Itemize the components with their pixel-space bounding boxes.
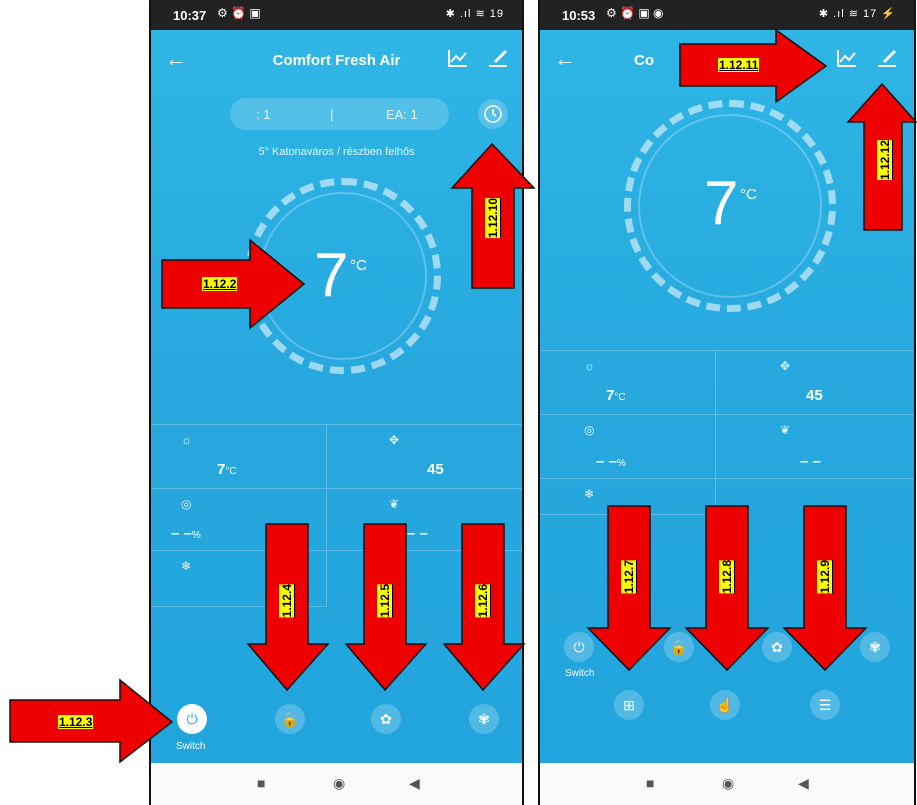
fan-settings-icon: ✾ — [869, 639, 881, 655]
annotation-label: 1.12.12 — [877, 140, 893, 181]
device-counter-pill: : 1 | EA: 1 — [230, 98, 449, 130]
home-icon[interactable]: ◉ — [333, 775, 345, 792]
sensor-cell-air-quality: ❦ – – — [716, 415, 914, 479]
temperature-unit: °C — [350, 257, 367, 274]
annotation-label: 1.12.3 — [58, 715, 94, 729]
status-notification-icons: ⚙ ⏰ ▣ ◉ — [606, 6, 664, 20]
current-temperature: 7 — [314, 241, 349, 310]
switch-label: Switch — [176, 741, 206, 752]
leaf-icon: ❦ — [780, 423, 791, 437]
temperature-unit: °C — [740, 186, 757, 203]
sensor-cell-temperature: ☼ 7°C — [540, 351, 716, 415]
snowflake-icon: ❄ — [584, 487, 595, 501]
annotation-label: 1.12.5 — [377, 584, 393, 618]
status-system-icons: ✱ .ıl ≋ 17 ⚡ — [818, 8, 896, 20]
lock-icon: 🔒 — [281, 711, 299, 727]
android-nav-bar: ■ ◉ ◀ — [540, 763, 914, 805]
sensor-temp-unit: °C — [614, 392, 626, 403]
fan-speed-button[interactable]: ✿ — [371, 704, 401, 734]
recents-icon[interactable]: ■ — [257, 775, 265, 791]
android-nav-bar: ■ ◉ ◀ — [151, 763, 522, 805]
co2-icon: ✥ — [780, 359, 791, 373]
co2-icon: ✥ — [389, 433, 400, 447]
chart-icon[interactable] — [836, 48, 858, 68]
sensor-grid: ☼ 7°C ✥ 45 ◎ – –% ❦ – – ❄ — [540, 350, 914, 515]
sensor-co2-value: 45 — [806, 387, 823, 404]
annotation-label: 1.12.9 — [817, 560, 833, 594]
annotation-label: 1.12.2 — [202, 277, 238, 291]
manual-mode-button[interactable]: ☝ — [710, 690, 740, 720]
leaf-icon: ❦ — [389, 497, 400, 511]
back-nav-icon[interactable]: ◀ — [409, 775, 420, 792]
status-time: 10:37 — [173, 8, 207, 23]
mode-icon: ☰ — [818, 697, 832, 713]
chart-icon[interactable] — [447, 48, 469, 68]
hand-icon: ☝ — [716, 697, 734, 713]
sensor-air-value: – – — [800, 453, 821, 470]
recents-icon[interactable]: ■ — [646, 775, 654, 791]
edit-icon[interactable] — [487, 48, 509, 68]
status-bar: 10:53 ⚙ ⏰ ▣ ◉ ✱ .ıl ≋ 17 ⚡ — [540, 0, 914, 30]
thermometer-icon: ☼ — [584, 359, 595, 373]
home-icon[interactable]: ◉ — [722, 775, 734, 792]
back-nav-icon[interactable]: ◀ — [798, 775, 809, 792]
sensor-humidity-value: – – — [171, 525, 192, 542]
humidity-icon: ◎ — [584, 423, 595, 437]
sensor-cell-co2: ✥ 45 — [327, 425, 522, 489]
annotation-label: 1.12.7 — [621, 560, 637, 594]
snowflake-icon: ❄ — [181, 559, 192, 573]
sensor-humidity-unit: % — [191, 530, 201, 541]
mode-select-button[interactable]: ☰ — [810, 690, 840, 720]
timer-button[interactable] — [478, 99, 508, 129]
status-notification-icons: ⚙ ⏰ ▣ — [217, 6, 261, 20]
edit-icon[interactable] — [876, 48, 898, 68]
page-title: Co — [634, 52, 654, 69]
annotation-label: 1.12.11 — [718, 58, 760, 72]
power-icon: ⏻ — [573, 639, 585, 655]
fan-mode-button[interactable]: ✾ — [469, 704, 499, 734]
sensor-humidity-value: – – — [596, 453, 617, 470]
sensor-temp-unit: °C — [225, 466, 237, 477]
sensor-cell-temperature: ☼ 7°C — [151, 425, 327, 489]
power-icon: ⏻ — [186, 711, 198, 727]
thermometer-icon: ☼ — [181, 433, 192, 447]
app-bar: ← Comfort Fresh Air — [151, 30, 522, 90]
clock-icon — [484, 105, 502, 123]
grid-mode-button[interactable]: ⊞ — [614, 690, 644, 720]
pill-right-value: EA: 1 — [386, 107, 418, 122]
humidity-icon: ◎ — [181, 497, 192, 511]
current-temperature: 7 — [704, 169, 739, 238]
pill-left-value: : 1 — [256, 107, 271, 122]
power-switch-button[interactable]: ⏻ — [177, 704, 207, 734]
status-system-icons: ✱ .ıl ≋ 19 — [445, 8, 504, 20]
child-lock-button[interactable]: 🔒 — [275, 704, 305, 734]
status-bar: 10:37 ⚙ ⏰ ▣ ✱ .ıl ≋ 19 — [151, 0, 522, 30]
status-time: 10:53 — [562, 8, 596, 23]
sensor-humidity-unit: % — [616, 458, 626, 469]
sensor-cell-co2: ✥ 45 — [716, 351, 914, 415]
fan-icon: ✿ — [380, 711, 392, 727]
back-arrow-icon[interactable]: ← — [554, 46, 576, 72]
annotation-label: 1.12.6 — [475, 584, 491, 618]
annotation-label: 1.12.10 — [485, 198, 501, 239]
annotation-label: 1.12.8 — [719, 560, 735, 594]
sensor-co2-value: 45 — [427, 461, 444, 478]
fan-settings-icon: ✾ — [478, 711, 490, 727]
pill-divider: | — [330, 107, 334, 122]
annotation-label: 1.12.4 — [279, 584, 295, 618]
sensor-cell-humidity: ◎ – –% — [540, 415, 716, 479]
grid-icon: ⊞ — [623, 697, 635, 713]
